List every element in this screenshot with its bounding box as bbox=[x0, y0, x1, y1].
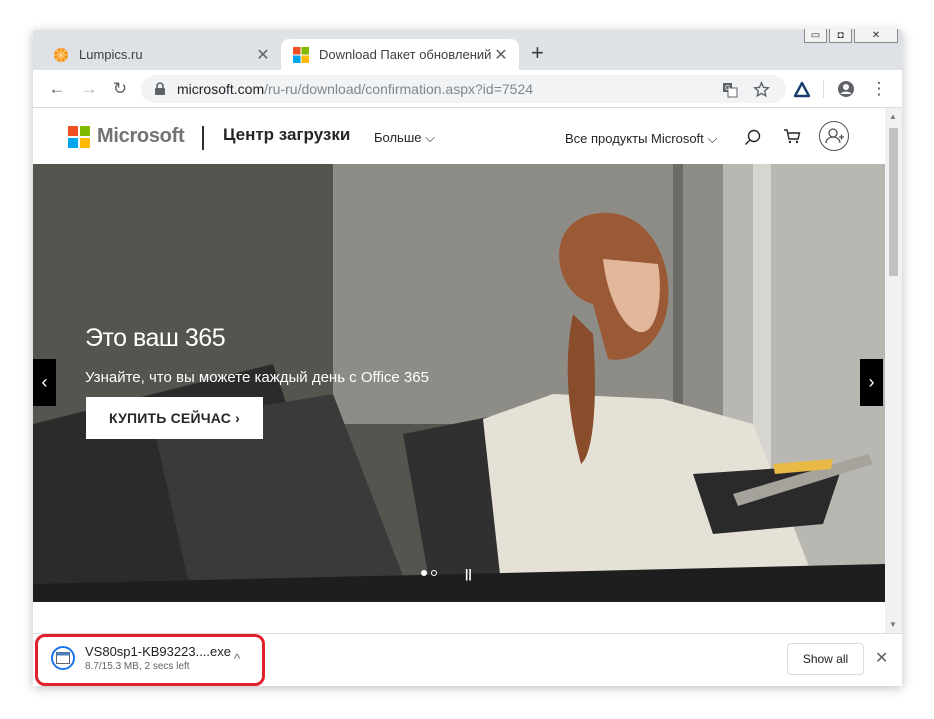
forward-button[interactable]: → bbox=[78, 78, 100, 100]
user-icon bbox=[825, 128, 844, 144]
site-header: Microsoft Центр загрузки Больше ⌵ Все пр… bbox=[33, 108, 885, 164]
menu-button[interactable]: ⋮ bbox=[868, 78, 890, 100]
tab-close-icon[interactable]: ✕ bbox=[253, 45, 273, 65]
url-path: /ru-ru/download/confirmation.aspx?id=752… bbox=[264, 81, 534, 97]
show-all-button[interactable]: Show all bbox=[787, 643, 864, 675]
bookmark-star-icon[interactable] bbox=[753, 81, 770, 98]
url-text: microsoft.com/ru-ru/download/confirmatio… bbox=[177, 81, 533, 97]
orange-favicon-icon bbox=[54, 47, 68, 62]
lock-icon bbox=[155, 82, 165, 95]
microsoft-logo[interactable]: Microsoft bbox=[68, 125, 185, 148]
carousel-dot[interactable] bbox=[431, 570, 437, 576]
tab-close-icon[interactable]: ✕ bbox=[491, 45, 511, 65]
browser-toolbar: ← → ↻ microsoft.com/ru-ru/download/confi… bbox=[33, 70, 902, 108]
search-icon[interactable] bbox=[743, 128, 763, 148]
hero-subtitle: Узнайте, что вы можете каждый день с Off… bbox=[85, 369, 429, 386]
hero-text: Это ваш 365 Узнайте, что вы можете кажды… bbox=[85, 324, 429, 386]
highlight-annotation bbox=[35, 634, 265, 686]
close-download-shelf-icon[interactable]: ✕ bbox=[875, 648, 888, 668]
carousel-pause-button[interactable]: || bbox=[465, 567, 472, 581]
tab-lumpics[interactable]: Lumpics.ru ✕ bbox=[41, 39, 281, 70]
microsoft-logo-icon bbox=[68, 125, 90, 148]
url-host: microsoft.com bbox=[177, 81, 265, 97]
browser-window: ▭ ◘ ✕ Lumpics.ru ✕ Download Пакет обновл… bbox=[33, 29, 902, 686]
carousel-next-button[interactable]: › bbox=[860, 359, 883, 406]
brand-name: Microsoft bbox=[97, 125, 185, 147]
header-divider bbox=[202, 126, 204, 150]
profile-icon[interactable] bbox=[837, 80, 855, 98]
carousel-indicators bbox=[421, 570, 437, 576]
extension-triangle-icon[interactable] bbox=[793, 81, 811, 99]
scroll-up-icon[interactable]: ▲ bbox=[889, 112, 897, 121]
all-products-menu[interactable]: Все продукты Microsoft ⌵ bbox=[565, 131, 717, 147]
address-bar[interactable]: microsoft.com/ru-ru/download/confirmatio… bbox=[141, 75, 786, 103]
tab-title: Download Пакет обновлений 1 bbox=[319, 47, 491, 62]
cart-icon[interactable] bbox=[782, 126, 802, 146]
tab-title: Lumpics.ru bbox=[79, 47, 143, 62]
reload-button[interactable]: ↻ bbox=[109, 78, 131, 100]
carousel-prev-button[interactable]: ‹ bbox=[33, 359, 56, 406]
toolbar-separator bbox=[823, 80, 824, 98]
scroll-down-icon[interactable]: ▼ bbox=[889, 620, 897, 629]
hero-title: Это ваш 365 bbox=[85, 324, 226, 352]
carousel-dot-active[interactable] bbox=[421, 570, 427, 576]
buy-now-button[interactable]: КУПИТЬ СЕЙЧАС › bbox=[86, 397, 263, 439]
account-button[interactable] bbox=[819, 121, 849, 151]
hero-banner: Это ваш 365 Узнайте, что вы можете кажды… bbox=[33, 164, 885, 602]
translate-icon[interactable]: G bbox=[722, 82, 738, 98]
scroll-thumb[interactable] bbox=[889, 128, 898, 276]
back-button[interactable]: ← bbox=[46, 78, 68, 100]
more-menu[interactable]: Больше ⌵ bbox=[374, 130, 435, 146]
svg-text:G: G bbox=[725, 85, 730, 92]
tab-download[interactable]: Download Пакет обновлений 1 ✕ bbox=[281, 39, 519, 70]
new-tab-button[interactable]: + bbox=[531, 41, 544, 65]
page-scrollbar[interactable]: ▲ ▼ bbox=[885, 108, 902, 633]
web-page: Microsoft Центр загрузки Больше ⌵ Все пр… bbox=[33, 108, 885, 633]
tab-strip: Lumpics.ru ✕ Download Пакет обновлений 1… bbox=[33, 30, 902, 70]
download-center-link[interactable]: Центр загрузки bbox=[223, 125, 350, 145]
microsoft-favicon-icon bbox=[293, 46, 309, 63]
